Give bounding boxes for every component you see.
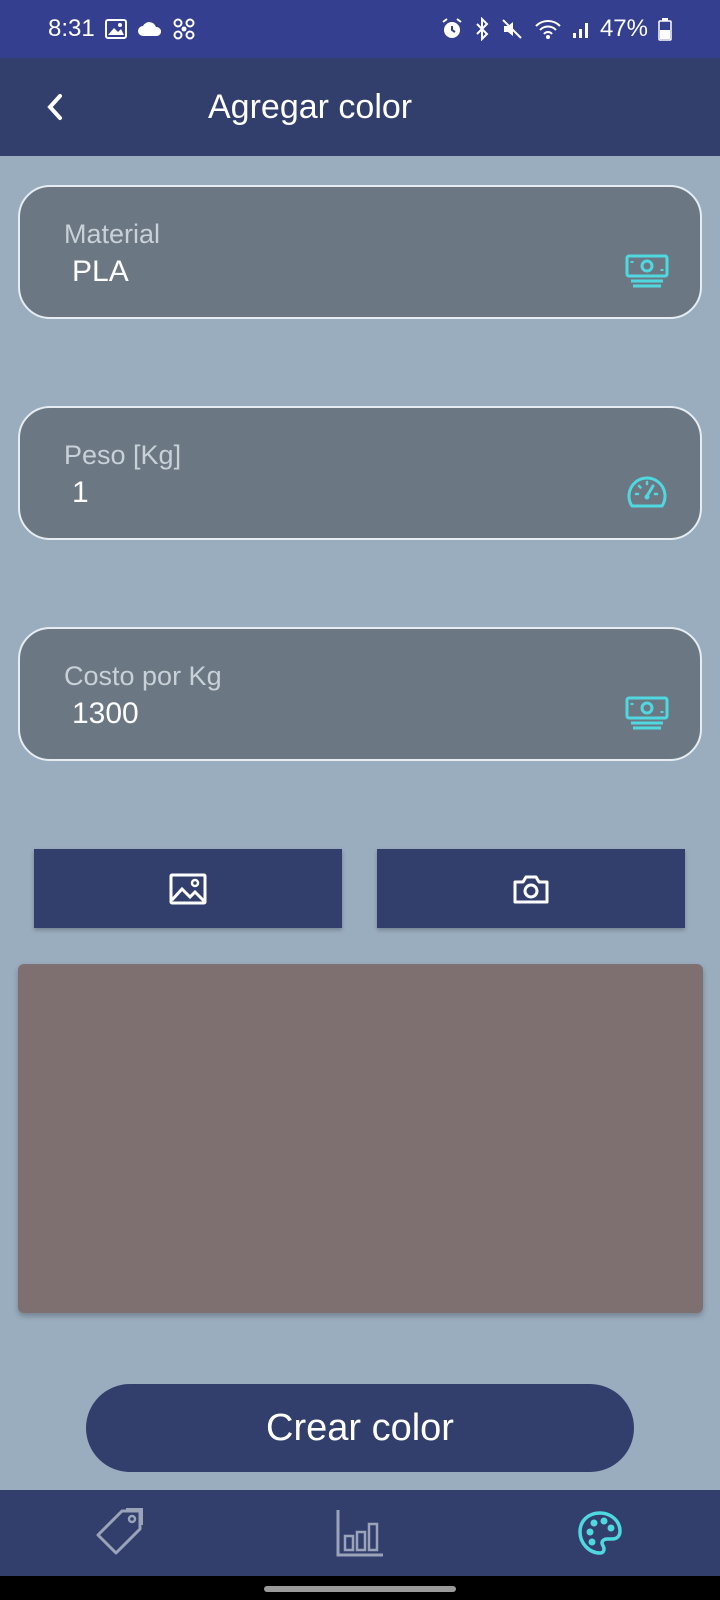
home-gesture-handle[interactable] xyxy=(264,1586,456,1592)
status-bar: 8:31 47% xyxy=(0,0,720,58)
status-time: 8:31 xyxy=(48,15,95,42)
cost-label: Costo por Kg xyxy=(64,661,222,691)
status-right: 47% xyxy=(440,15,672,43)
color-preview xyxy=(18,964,703,1313)
back-button[interactable] xyxy=(30,82,80,132)
gallery-button[interactable] xyxy=(34,849,342,928)
cost-value[interactable]: 1300 xyxy=(72,697,139,731)
wifi-icon xyxy=(534,18,562,40)
bar-chart-icon xyxy=(336,1510,383,1557)
money-icon xyxy=(624,251,670,291)
material-label: Material xyxy=(64,219,161,249)
material-value[interactable]: PLA xyxy=(72,255,129,289)
nav-item-tags[interactable] xyxy=(80,1498,160,1568)
fan-icon xyxy=(173,18,195,40)
chevron-left-icon xyxy=(47,94,62,120)
money-icon xyxy=(624,693,670,733)
palette-icon xyxy=(578,1511,622,1555)
camera-icon xyxy=(513,875,549,903)
image-icon xyxy=(169,873,207,904)
cloud-icon xyxy=(137,21,163,37)
page-title: Agregar color xyxy=(208,88,413,126)
alarm-icon xyxy=(440,17,464,41)
status-left: 8:31 xyxy=(48,15,195,43)
material-field[interactable]: Material PLA xyxy=(18,185,702,319)
create-color-button[interactable]: Crear color xyxy=(86,1384,634,1472)
mute-icon xyxy=(500,17,524,41)
speedometer-icon xyxy=(624,472,670,512)
cost-field[interactable]: Costo por Kg 1300 xyxy=(18,627,702,761)
gallery-icon xyxy=(104,19,127,39)
nav-item-colors[interactable] xyxy=(560,1498,640,1568)
weight-label: Peso [Kg] xyxy=(64,440,182,470)
weight-field[interactable]: Peso [Kg] 1 xyxy=(18,406,702,540)
signal-icon xyxy=(572,19,590,39)
camera-button[interactable] xyxy=(377,849,685,928)
bottom-nav xyxy=(0,1490,720,1576)
tag-icon xyxy=(96,1508,143,1555)
nav-item-stats[interactable] xyxy=(320,1498,400,1568)
gesture-bar xyxy=(0,1576,720,1600)
app-bar: Agregar color xyxy=(0,58,720,156)
bluetooth-icon xyxy=(474,17,490,41)
weight-value[interactable]: 1 xyxy=(72,476,89,510)
battery-percent: 47% xyxy=(599,15,648,42)
battery-icon xyxy=(658,17,672,41)
